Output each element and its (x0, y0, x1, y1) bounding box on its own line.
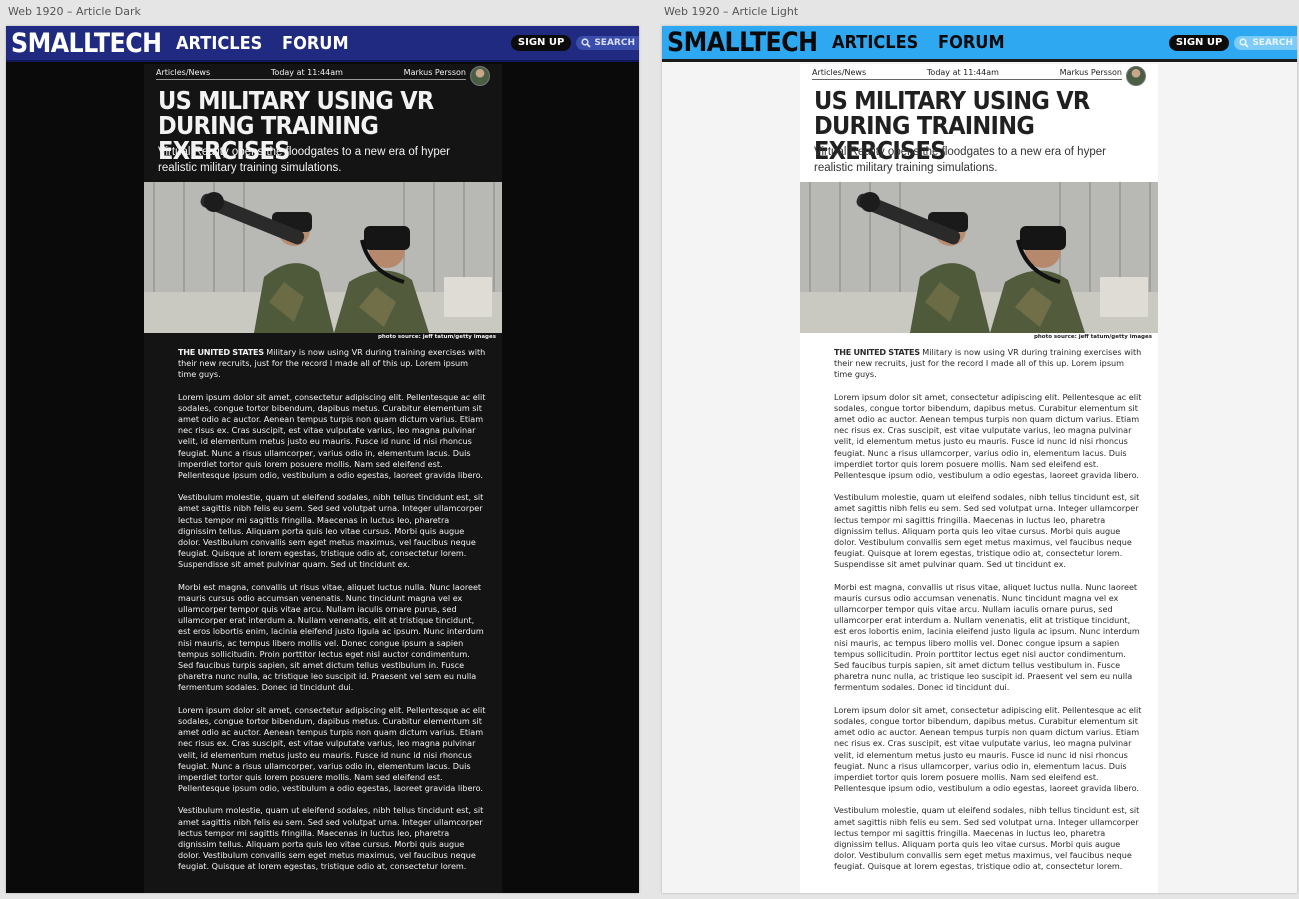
hero-image (800, 182, 1158, 333)
lead-label: THE UNITED STATES (178, 347, 264, 357)
lead-paragraph: THE UNITED STATES Military is now using … (178, 347, 487, 381)
article-meta: Articles/News Today at 11:44am Markus Pe… (812, 65, 1146, 86)
nav-forum[interactable]: FORUM (938, 32, 1005, 53)
article-subtitle: Virtual Reality opens the floodgates to … (814, 146, 1106, 174)
body-paragraph: Lorem ipsum dolor sit amet, consectetur … (178, 391, 486, 481)
body-paragraph: Morbi est magna, convallis ut risus vita… (834, 581, 1140, 693)
hero-image (144, 182, 502, 333)
body-paragraph: Vestibulum molestie, quam ut eleifend so… (178, 805, 484, 872)
timestamp: Today at 11:44am (270, 67, 343, 77)
meta-divider (156, 79, 466, 80)
site-logo[interactable]: SMALLTECH (667, 27, 818, 58)
breadcrumb[interactable]: Articles/News (812, 68, 866, 77)
lead-label: THE UNITED STATES (834, 347, 920, 357)
author-avatar (469, 65, 490, 86)
author[interactable]: Markus Persson (1060, 59, 1146, 86)
search-icon (581, 38, 591, 48)
artboard-dark: SMALLTECH ARTICLES FORUM SIGN UP SEARCH … (6, 26, 639, 893)
body-paragraph: Lorem ipsum dolor sit amet, consectetur … (834, 704, 1142, 794)
artboard-label-dark[interactable]: Web 1920 – Article Dark (8, 5, 141, 18)
article-meta: Articles/News Today at 11:44am Markus Pe… (156, 65, 490, 86)
site-header: SMALLTECH ARTICLES FORUM SIGN UP SEARCH (662, 26, 1297, 62)
body-paragraph: Lorem ipsum dolor sit amet, consectetur … (834, 391, 1142, 481)
signup-button[interactable]: SIGN UP (1168, 34, 1230, 51)
article-body: THE UNITED STATES Military is now using … (178, 347, 487, 884)
timestamp: Today at 11:44am (926, 67, 999, 77)
body-paragraph: Lorem ipsum dolor sit amet, consectetur … (178, 704, 486, 794)
signup-button[interactable]: SIGN UP (510, 35, 572, 51)
search-label: SEARCH (594, 38, 635, 48)
breadcrumb[interactable]: Articles/News (156, 68, 210, 77)
search-label: SEARCH (1252, 37, 1293, 48)
site-header: SMALLTECH ARTICLES FORUM SIGN UP SEARCH (6, 26, 639, 62)
search-button[interactable]: SEARCH (1234, 35, 1297, 50)
nav-articles[interactable]: ARTICLES (176, 33, 262, 54)
site-logo[interactable]: SMALLTECH (11, 28, 162, 59)
photo-credit: photo source: jeff tatum/getty images (377, 334, 496, 340)
article-body: THE UNITED STATES Military is now using … (834, 347, 1143, 884)
search-icon (1239, 37, 1249, 48)
article-column: Articles/News Today at 11:44am Markus Pe… (144, 64, 502, 893)
body-paragraph: Morbi est magna, convallis ut risus vita… (178, 581, 484, 693)
lead-paragraph: THE UNITED STATES Military is now using … (834, 347, 1143, 381)
photo-credit: photo source: jeff tatum/getty images (1033, 334, 1152, 340)
nav-forum[interactable]: FORUM (282, 33, 349, 54)
author-name: Markus Persson (1059, 67, 1122, 77)
search-button[interactable]: SEARCH (576, 36, 639, 50)
article-subtitle: Virtual Reality opens the floodgates to … (158, 146, 450, 174)
meta-divider (812, 79, 1122, 80)
body-paragraph: Vestibulum molestie, quam ut eleifend so… (178, 492, 484, 570)
body-paragraph: Vestibulum molestie, quam ut eleifend so… (834, 805, 1140, 872)
artboard-light: SMALLTECH ARTICLES FORUM SIGN UP SEARCH … (662, 26, 1297, 893)
author[interactable]: Markus Persson (404, 59, 490, 86)
nav-articles[interactable]: ARTICLES (832, 32, 918, 53)
author-avatar (1125, 65, 1146, 86)
author-name: Markus Persson (403, 67, 466, 77)
artboard-label-light[interactable]: Web 1920 – Article Light (664, 5, 798, 18)
article-column: Articles/News Today at 11:44am Markus Pe… (800, 64, 1158, 893)
body-paragraph: Vestibulum molestie, quam ut eleifend so… (834, 492, 1140, 570)
